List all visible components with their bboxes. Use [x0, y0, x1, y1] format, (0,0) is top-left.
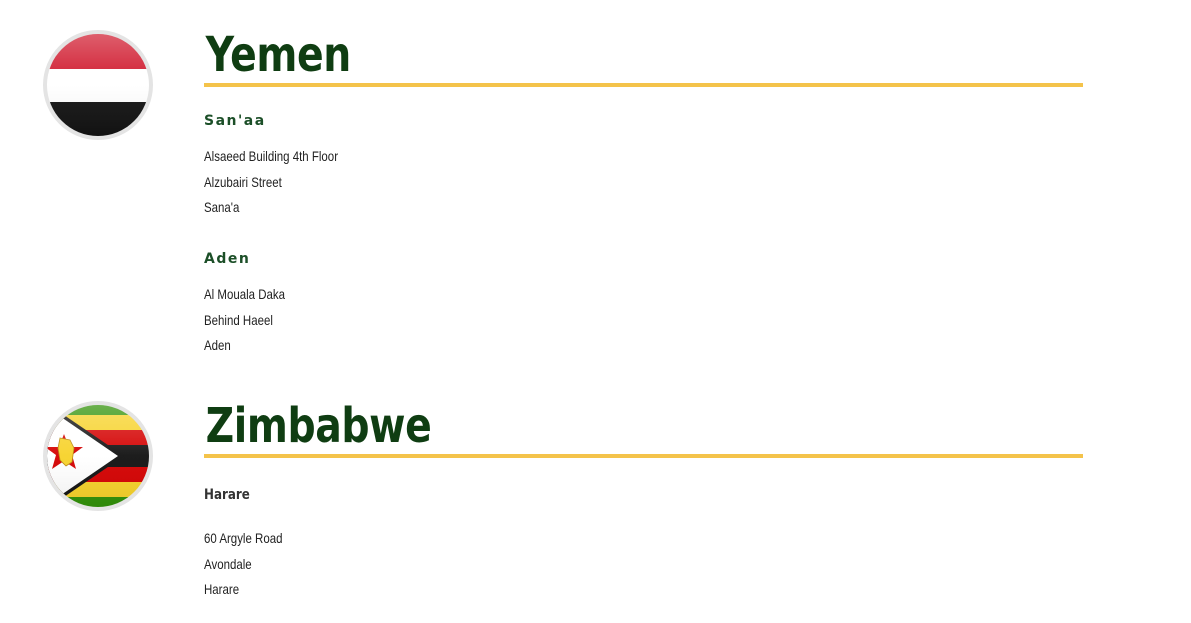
address-block-harare: 60 Argyle Road Avondale Harare — [204, 526, 300, 603]
title-underline — [204, 83, 1083, 87]
address-line: Sana'a — [204, 199, 240, 215]
country-title: Yemen — [205, 27, 352, 83]
address-line: Alsaeed Building 4th Floor — [204, 148, 339, 164]
country-section-yemen: Yemen San'aa Alsaeed Building 4th Floor … — [204, 27, 1083, 353]
country-title: Zimbabwe — [205, 398, 432, 454]
address-line: Alzubairi Street — [204, 173, 282, 190]
yemen-flag-icon — [42, 29, 154, 141]
address-line: Al Mouala Daka — [204, 286, 286, 302]
address-line: 60 Argyle Road — [204, 530, 283, 546]
zimbabwe-flag-icon — [42, 400, 154, 512]
address-line: Harare — [204, 581, 240, 597]
city-heading-harare: Harare — [204, 487, 250, 503]
address-line: Behind Haeel — [204, 311, 273, 328]
city-heading-aden: Aden — [204, 251, 251, 267]
address-block-sanaa: Alsaeed Building 4th Floor Alzubairi Str… — [204, 144, 367, 221]
country-section-zimbabwe: Zimbabwe Harare 60 Argyle Road Avondale … — [204, 398, 1083, 597]
address-block-aden: Al Mouala Daka Behind Haeel Aden — [204, 282, 303, 359]
title-underline — [204, 454, 1083, 458]
address-line: Aden — [204, 337, 231, 353]
city-heading-sanaa: San'aa — [204, 113, 266, 129]
address-line: Avondale — [204, 555, 252, 572]
